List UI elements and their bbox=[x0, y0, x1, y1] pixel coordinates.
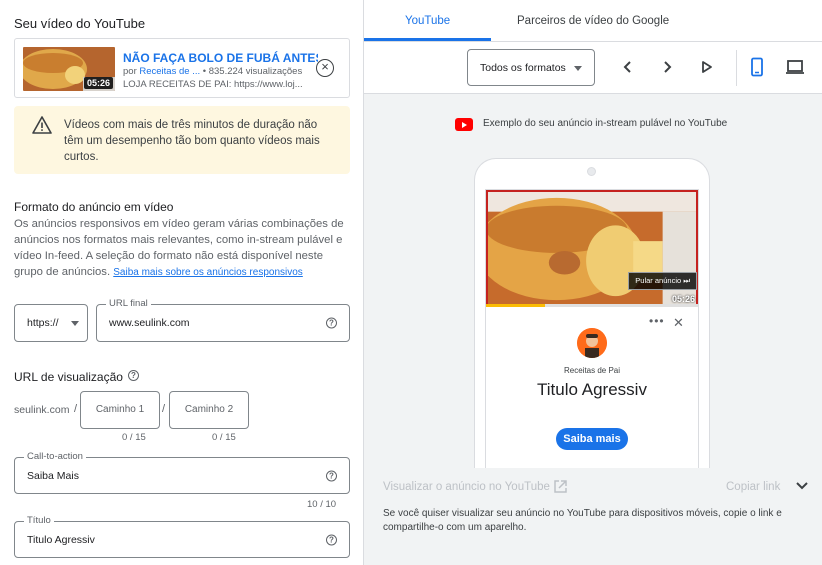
example-caption: Exemplo do seu anúncio in-stream pulável… bbox=[483, 118, 728, 129]
final-url-label: URL final bbox=[106, 298, 151, 309]
path1-counter: 0 / 15 bbox=[122, 432, 146, 443]
warning-text: Vídeos com mais de três minutos de duraç… bbox=[64, 119, 320, 163]
display-url-domain: seulink.com bbox=[14, 404, 70, 416]
tab-google-video-partners[interactable]: Parceiros de vídeo do Google bbox=[517, 15, 669, 27]
youtube-logo-icon bbox=[455, 118, 473, 131]
path1-field[interactable]: Caminho 1 bbox=[80, 391, 160, 429]
desktop-device-icon[interactable] bbox=[785, 58, 805, 76]
title-label: Título bbox=[24, 515, 54, 526]
cta-label: Call-to-action bbox=[24, 451, 86, 462]
toolbar-divider bbox=[736, 50, 737, 86]
title-value: Titulo Agressiv bbox=[27, 533, 95, 546]
ad-duration: 05:26 bbox=[671, 294, 695, 304]
cta-field[interactable]: Call-to-action Saiba Mais ? bbox=[14, 451, 350, 494]
dropdown-arrow-icon bbox=[574, 65, 582, 71]
duration-warning: Vídeos com mais de três minutos de duraç… bbox=[14, 106, 350, 174]
view-on-youtube-link[interactable]: Visualizar o anúncio no YouTube bbox=[383, 481, 550, 493]
open-in-new-icon[interactable] bbox=[553, 479, 568, 494]
skip-ad-button[interactable]: Pular anúncio ⏭ bbox=[628, 272, 697, 290]
ad-progress-fill bbox=[486, 304, 546, 307]
more-options-icon[interactable]: ••• bbox=[649, 314, 665, 328]
chevron-down-icon[interactable] bbox=[794, 478, 810, 494]
path1-placeholder: Caminho 1 bbox=[95, 404, 145, 415]
help-icon[interactable]: ? bbox=[326, 534, 337, 545]
tab-youtube[interactable]: YouTube bbox=[405, 15, 450, 27]
help-icon[interactable]: ? bbox=[326, 317, 337, 329]
path2-field[interactable]: Caminho 2 bbox=[169, 391, 249, 429]
ad-editor-panel: Seu vídeo do YouTube 05:26 NÃO FAÇA BOLO… bbox=[0, 0, 364, 565]
mobile-device-icon[interactable] bbox=[748, 57, 766, 77]
help-icon[interactable]: ? bbox=[326, 470, 337, 481]
play-icon[interactable] bbox=[697, 58, 715, 76]
help-icon[interactable]: ? bbox=[128, 370, 139, 381]
copy-link-button[interactable]: Copiar link bbox=[726, 481, 780, 493]
protocol-select[interactable]: https:// bbox=[14, 304, 88, 342]
phone-screen: Pular anúncio ⏭ 05:26 ••• ✕ Receitas de … bbox=[485, 189, 699, 468]
format-description: Os anúncios responsivos em vídeo geram v… bbox=[14, 216, 354, 281]
preview-toolbar: Todos os formatos bbox=[364, 42, 822, 94]
dropdown-arrow-icon bbox=[71, 321, 79, 326]
video-thumbnail: 05:26 bbox=[23, 47, 115, 91]
path-separator: / bbox=[74, 403, 78, 415]
video-title-link[interactable]: NÃO FAÇA BOLO DE FUBÁ ANTES... bbox=[123, 51, 318, 65]
remove-video-icon[interactable]: × bbox=[316, 59, 334, 77]
close-icon[interactable]: ✕ bbox=[673, 315, 684, 331]
mobile-preview-info: Se você quiser visualizar seu anúncio no… bbox=[383, 508, 782, 533]
preview-tabs: YouTube Parceiros de vídeo do Google bbox=[364, 0, 822, 42]
section-title: Seu vídeo do YouTube bbox=[14, 16, 146, 31]
channel-avatar bbox=[577, 328, 607, 358]
video-meta: por Receitas de ... • 835.224 visualizaç… bbox=[123, 66, 302, 77]
video-views: • 835.224 visualizações bbox=[202, 66, 303, 77]
display-url-heading: URL de visualização bbox=[14, 370, 123, 384]
format-select[interactable]: Todos os formatos bbox=[467, 49, 595, 86]
preview-panel: YouTube Parceiros de vídeo do Google Tod… bbox=[364, 0, 822, 565]
phone-mockup: Pular anúncio ⏭ 05:26 ••• ✕ Receitas de … bbox=[474, 158, 710, 468]
chevron-left-icon[interactable] bbox=[619, 58, 637, 76]
format-select-value: Todos os formatos bbox=[480, 62, 566, 74]
learn-more-link[interactable]: Saiba mais sobre os anúncios responsivos bbox=[113, 267, 303, 278]
ad-cta-button[interactable]: Saiba mais bbox=[556, 428, 628, 450]
video-description: LOJA RECEITAS DE PAI: https://www.loj... bbox=[123, 79, 303, 90]
selected-video-card[interactable]: 05:26 NÃO FAÇA BOLO DE FUBÁ ANTES... por… bbox=[14, 38, 350, 98]
protocol-value: https:// bbox=[27, 317, 59, 329]
video-duration: 05:26 bbox=[83, 77, 113, 89]
path2-counter: 0 / 15 bbox=[212, 432, 236, 443]
final-url-field[interactable]: URL final www.seulink.com ? bbox=[96, 298, 350, 342]
active-tab-indicator bbox=[364, 38, 491, 41]
video-by: por bbox=[123, 66, 137, 77]
cta-counter: 10 / 10 bbox=[307, 499, 337, 510]
final-url-value: www.seulink.com bbox=[109, 317, 190, 329]
ad-channel-name: Receitas de Pai bbox=[563, 366, 621, 375]
ad-progress-bar bbox=[486, 304, 698, 307]
title-field[interactable]: Título Titulo Agressiv ? bbox=[14, 515, 350, 558]
warning-icon bbox=[32, 116, 52, 134]
cta-value: Saiba Mais bbox=[27, 469, 79, 482]
format-heading: Formato do anúncio em vídeo bbox=[14, 200, 174, 214]
video-channel-link[interactable]: Receitas de ... bbox=[139, 66, 200, 77]
chevron-right-icon[interactable] bbox=[658, 58, 676, 76]
phone-camera bbox=[587, 167, 596, 176]
ad-headline: Titulo Agressiv bbox=[537, 380, 647, 399]
path-separator: / bbox=[162, 403, 166, 415]
path2-placeholder: Caminho 2 bbox=[184, 404, 234, 415]
